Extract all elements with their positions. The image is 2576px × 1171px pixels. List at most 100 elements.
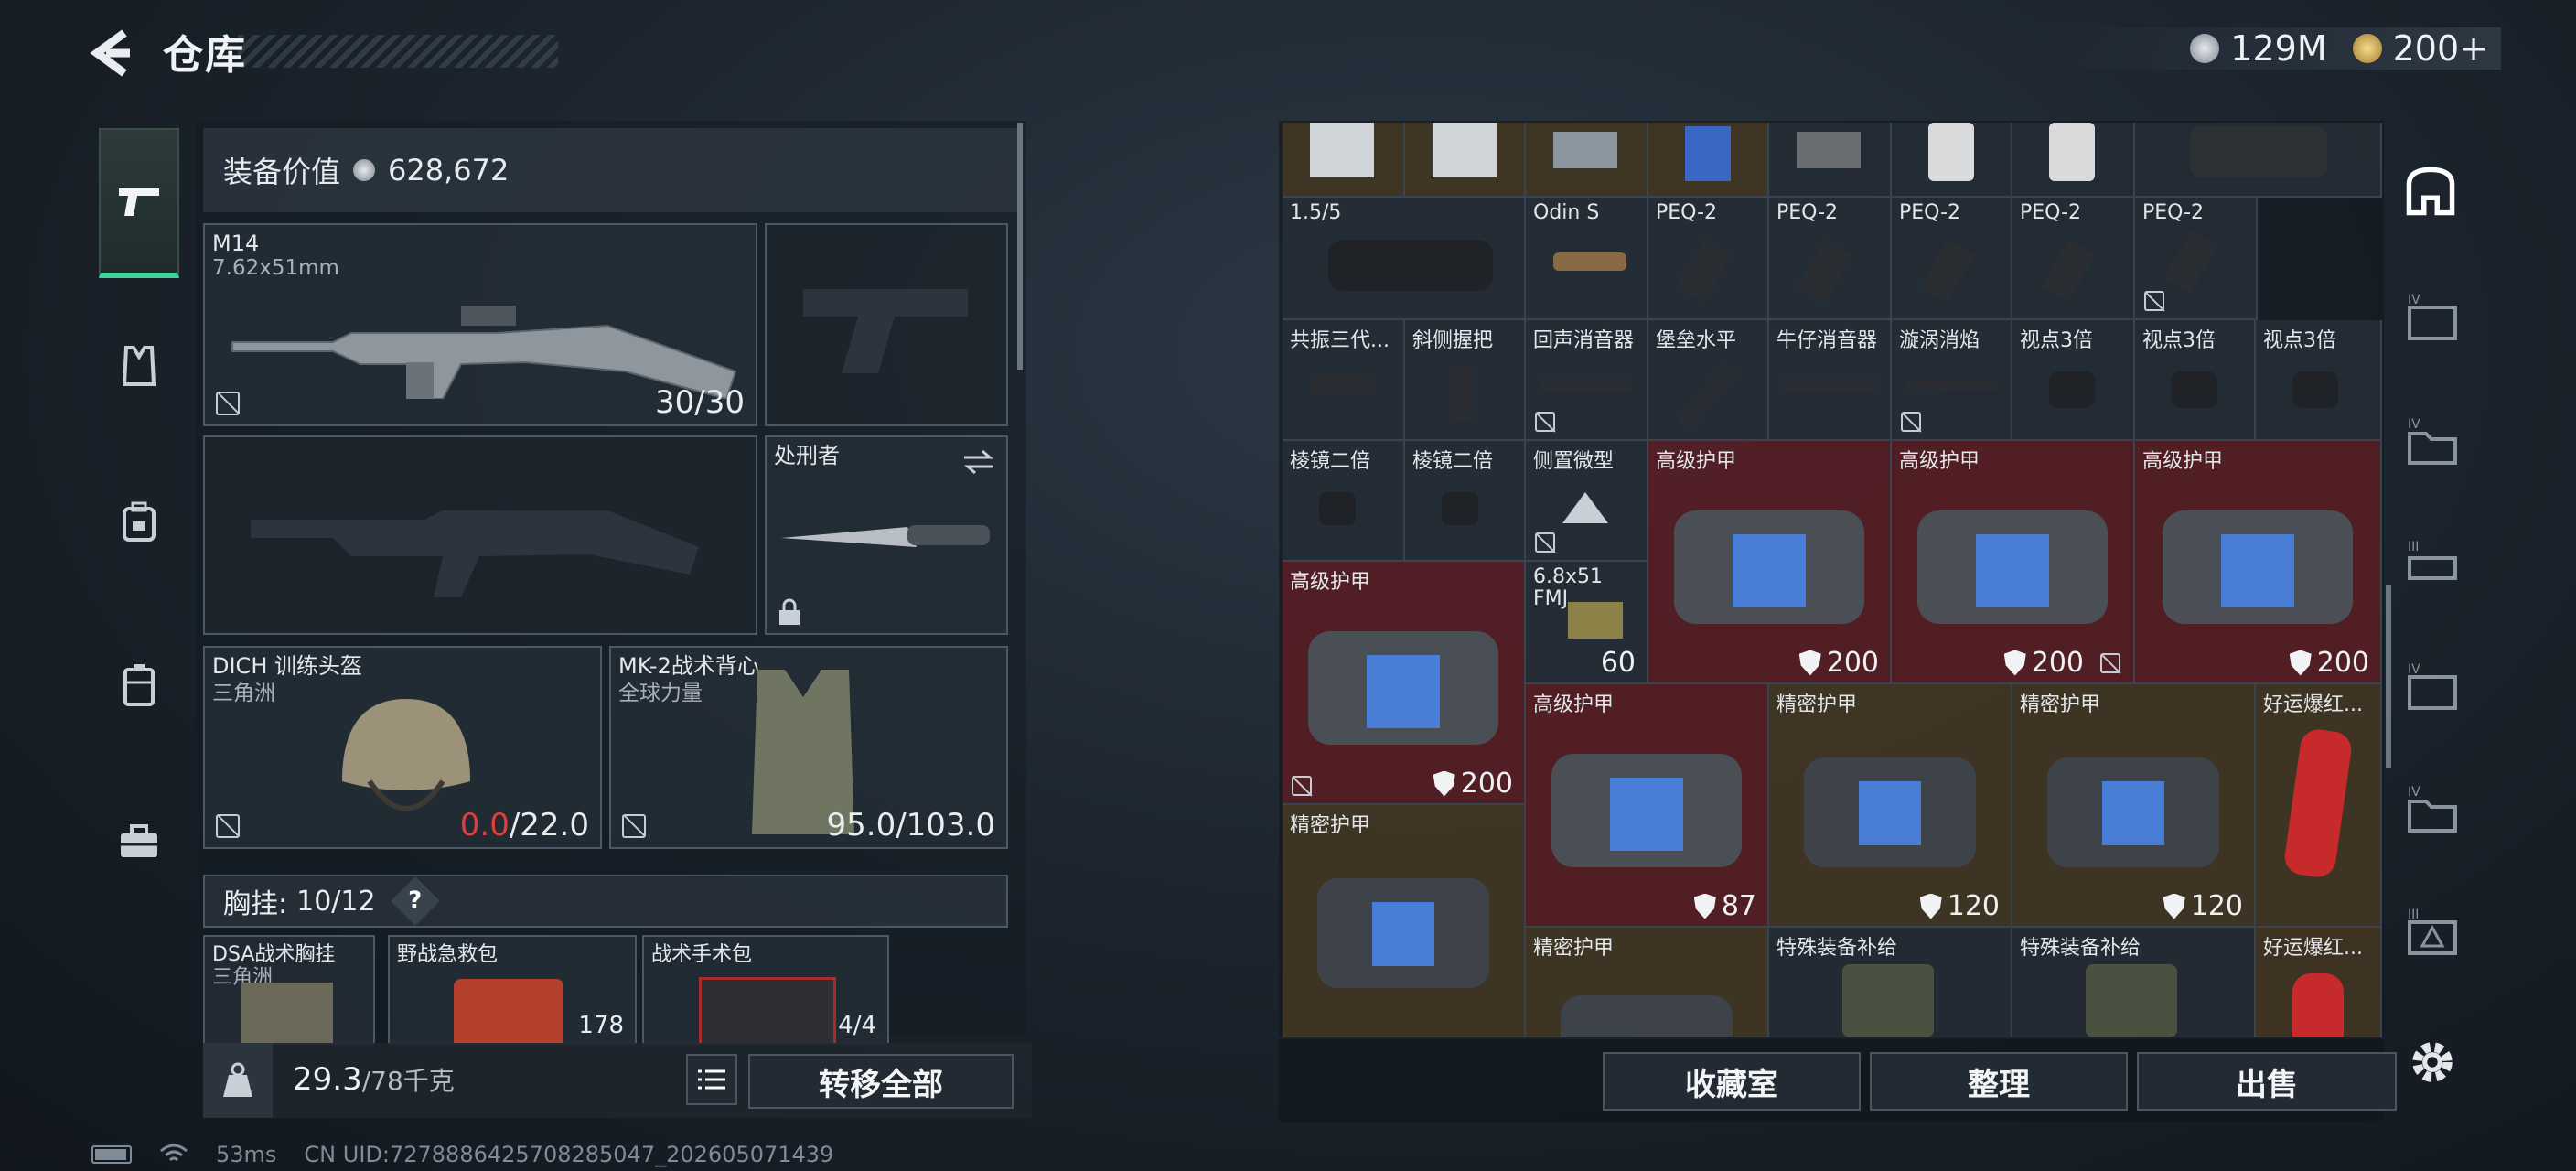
silver-coin-icon (353, 159, 376, 181)
grid-item[interactable]: 视点3倍 (2256, 320, 2382, 441)
firstaid-item-slot[interactable]: 野战急救包 178 (388, 935, 637, 1045)
back-arrow-icon[interactable] (88, 27, 134, 79)
lock-icon (779, 598, 800, 625)
grid-item[interactable] (1892, 123, 2012, 198)
grid-item[interactable]: 视点3倍 (2012, 320, 2135, 441)
grid-item[interactable] (1526, 123, 1648, 198)
laser-image (1920, 239, 1975, 303)
grid-item[interactable]: 牛仔消音器 (1769, 320, 1892, 441)
grid-item-armor[interactable]: 精密护甲 (1283, 805, 1526, 1037)
grid-item-ammo[interactable]: 6.8x51 FMJ 60 (1526, 562, 1648, 684)
transfer-all-button[interactable]: 转移全部 (748, 1054, 1014, 1109)
page-title: 仓库 (163, 32, 247, 79)
folder-tab-icon[interactable]: IV (2406, 415, 2459, 468)
shield-icon (2289, 650, 2312, 676)
grid-item[interactable] (1283, 123, 1405, 198)
sell-button[interactable]: 出售 (2137, 1052, 2397, 1111)
grid-item[interactable] (1648, 123, 1769, 198)
item-name: 堡垒水平 (1656, 329, 1737, 352)
collection-room-button[interactable]: 收藏室 (1603, 1052, 1861, 1111)
grid-item-armor[interactable]: 精密护甲 (1526, 928, 1769, 1037)
grid-item-firecracker[interactable]: 好运爆红... (2256, 928, 2382, 1037)
grid-item-armor[interactable]: 高级护甲 200 (1892, 441, 2135, 684)
grid-item[interactable] (1769, 123, 1892, 198)
item-name: 棱镜二倍 (1290, 450, 1371, 473)
second-primary-slot[interactable] (203, 435, 757, 635)
primary-weapon-slot[interactable]: M14 7.62x51mm 30/30 (203, 223, 757, 426)
box-tab-icon[interactable]: III (2406, 906, 2459, 959)
grid-item[interactable]: PEQ-2 (1892, 198, 2012, 320)
grid-item-armor[interactable]: 高级护甲 200 (2135, 441, 2382, 684)
tab-backpack[interactable] (99, 476, 179, 567)
tab-toolbox[interactable] (99, 796, 179, 887)
grid-item[interactable]: PEQ-2 (1769, 198, 1892, 320)
currency-bar[interactable]: 129M 200+ (2045, 27, 2501, 70)
grid-item[interactable]: 1.5/5 (1283, 198, 1526, 320)
armor-value: 200 (2003, 647, 2084, 679)
weapon-ammo: 30/30 (655, 384, 745, 421)
grid-item-supply[interactable]: 特殊装备补给 (2012, 928, 2256, 1037)
ammo-image (1568, 602, 1623, 639)
grid-item[interactable]: Odin S (1526, 198, 1648, 320)
organize-button[interactable]: 整理 (1870, 1052, 2128, 1111)
case-tab-icon[interactable]: IV (2406, 661, 2459, 714)
grid-item[interactable]: 视点3倍 (2135, 320, 2256, 441)
help-icon[interactable]: ? (390, 876, 440, 926)
grid-item[interactable] (1405, 123, 1526, 198)
grid-item-armor[interactable]: 高级护甲 200 (1283, 562, 1526, 805)
grid-item[interactable] (2012, 123, 2135, 198)
swap-icon[interactable] (962, 448, 995, 476)
equipment-scrollbar[interactable] (1017, 123, 1023, 370)
shield-icon (1693, 893, 1716, 919)
stash-scrollbar[interactable] (2386, 586, 2391, 768)
folder-tab-icon[interactable]: IV (2406, 783, 2459, 836)
grid-item[interactable]: PEQ-2 (2012, 198, 2135, 320)
item-name: 特殊装备补给 (2020, 937, 2141, 960)
grid-item[interactable]: 侧置微型 (1526, 441, 1648, 562)
case-tab-icon[interactable]: IV (2406, 291, 2459, 344)
grid-item[interactable]: 共振三代... (1283, 320, 1405, 441)
grid-item-armor[interactable]: 高级护甲 87 (1526, 684, 1769, 928)
grid-item-armor[interactable]: 精密护甲 120 (1769, 684, 2012, 928)
grid-item[interactable]: 漩涡消焰 (1892, 320, 2012, 441)
item-name: Odin S (1533, 201, 1600, 224)
gun-case-tab-icon[interactable]: III (2406, 538, 2459, 591)
svg-text:IV: IV (2408, 417, 2420, 432)
armor-bag-image (1674, 510, 1864, 624)
grid-item[interactable]: PEQ-2 (1648, 198, 1769, 320)
secondary-weapon-slot[interactable] (765, 223, 1008, 426)
grid-item[interactable] (2135, 123, 2382, 198)
grid-item[interactable]: 回声消音器 (1526, 320, 1648, 441)
grid-item-firecracker[interactable]: 好运爆红... (2256, 684, 2382, 928)
item-name: 精密护甲 (1533, 937, 1615, 960)
grid-item-armor[interactable]: 高级护甲 200 (1648, 441, 1892, 684)
grid-item[interactable]: PEQ-2 (2135, 198, 2258, 320)
melee-slot[interactable]: 处刑者 (765, 435, 1008, 635)
grid-item-armor[interactable]: 精密护甲 120 (2012, 684, 2256, 928)
armor-slot[interactable]: MK-2战术背心 全球力量 95.0/103.0 (609, 646, 1008, 849)
uid-value: CN UID:7278886425708285047_202605071439 (304, 1142, 834, 1167)
armor-bag-image (1551, 754, 1742, 867)
ammo-name: 6.8x51 (1533, 565, 1604, 588)
item-name: PEQ-2 (1899, 201, 1961, 224)
currency-b-value: 200+ (2392, 28, 2488, 69)
stash-tab-icon[interactable] (2404, 165, 2457, 218)
tab-vest[interactable] (99, 320, 179, 412)
tab-case[interactable] (99, 639, 179, 730)
weight-icon-box (203, 1043, 273, 1118)
rig-item-slot[interactable]: DSA战术胸挂 三角洲 (203, 935, 375, 1045)
grid-item[interactable]: 棱镜二倍 (1283, 441, 1405, 562)
grid-item[interactable]: 斜侧握把 (1405, 320, 1526, 441)
grid-item[interactable]: 堡垒水平 (1648, 320, 1769, 441)
list-view-button[interactable] (686, 1054, 737, 1105)
helmet-slot[interactable]: DICH 训练头盔 三角洲 0.0/22.0 (203, 646, 602, 849)
grid-item-supply[interactable]: 特殊装备补给 (1769, 928, 2012, 1037)
settings-gear-icon[interactable] (2406, 1036, 2459, 1089)
grid-item[interactable]: 棱镜二倍 (1405, 441, 1526, 562)
surgery-item-slot[interactable]: 战术手术包 4/4 (642, 935, 889, 1045)
tab-weapons[interactable] (99, 128, 179, 278)
item-name: 高级护甲 (1899, 450, 1980, 473)
cylinder-image (2049, 123, 2095, 181)
helmet-durability-current: 0.0 (459, 807, 510, 843)
cylinder-image (1928, 123, 1974, 181)
